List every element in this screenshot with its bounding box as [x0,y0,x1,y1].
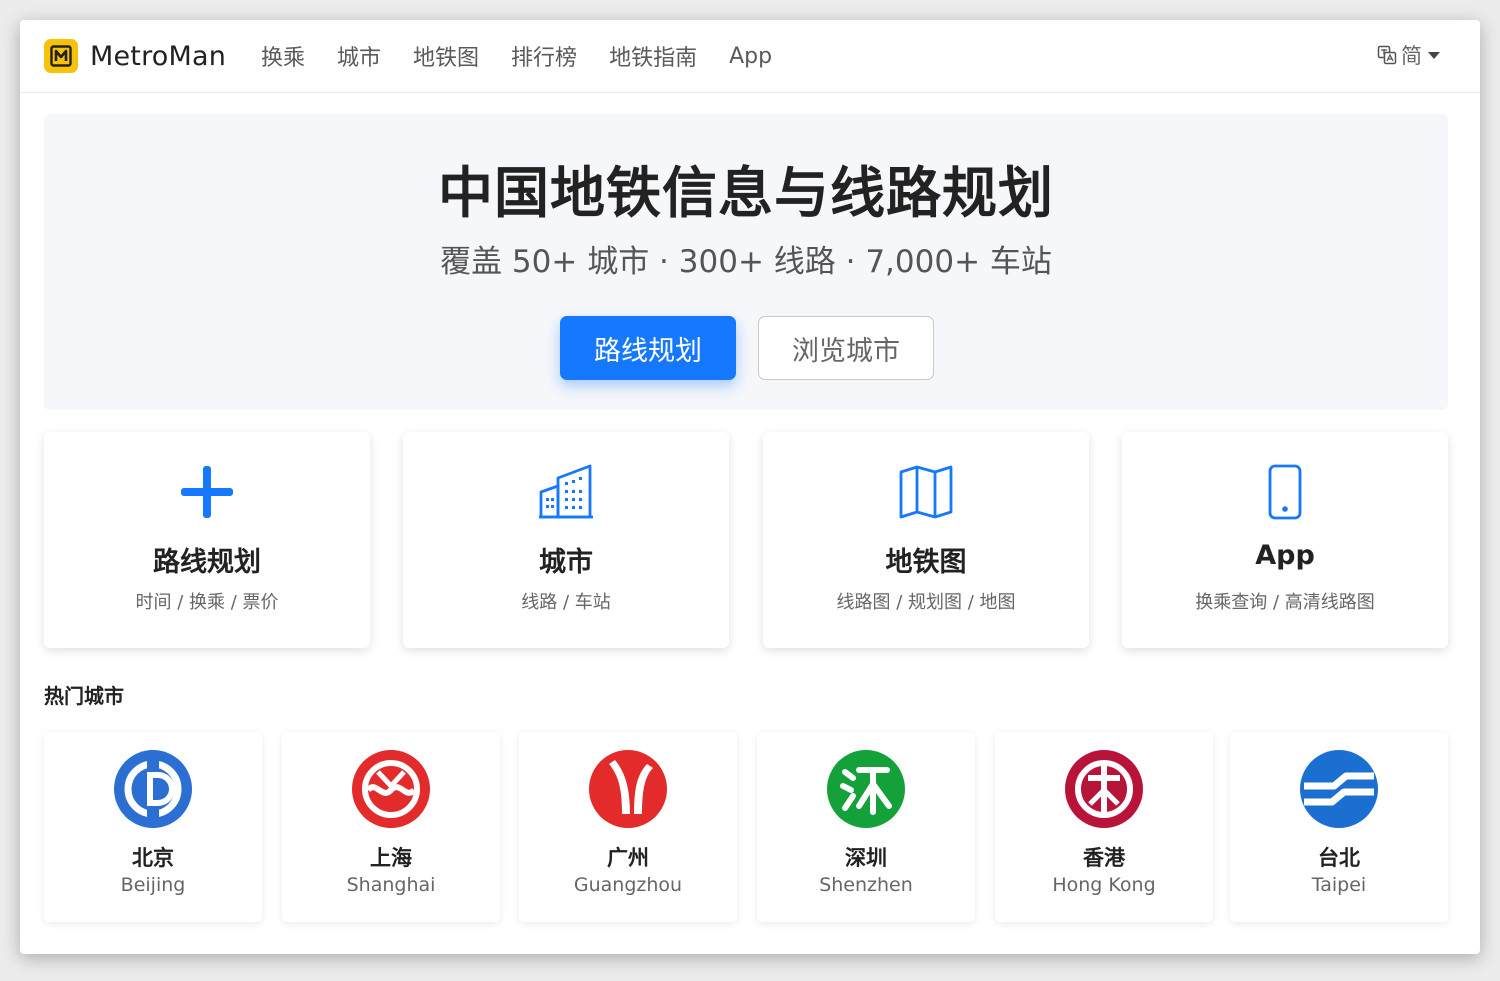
route-planning-button[interactable]: 路线规划 [560,316,736,380]
city-card-guangzhou[interactable]: 广州 Guangzhou [519,732,737,922]
shanghai-metro-logo-icon [352,750,430,828]
city-name-en: Guangzhou [573,874,683,896]
map-icon [899,465,953,519]
hero-section: 中国地铁信息与线路规划 覆盖 50+ 城市 · 300+ 线路 · 7,000+… [44,114,1448,410]
city-name-en: Shenzhen [819,874,913,896]
feature-card-route-planning[interactable]: 路线规划 时间 / 换乘 / 票价 [44,432,370,648]
language-switcher[interactable]: 简 [1377,40,1440,70]
city-name-cn: 广州 [607,846,649,870]
city-card-shanghai[interactable]: 上海 Shanghai [282,732,500,922]
city-card-shenzhen[interactable]: 深圳 Shenzhen [757,732,975,922]
feature-card-metro-map[interactable]: 地铁图 线路图 / 规划图 / 地图 [763,432,1089,648]
guangzhou-metro-logo-icon [589,750,667,828]
feature-card-app[interactable]: App 换乘查询 / 高清线路图 [1122,432,1448,648]
taipei-metro-logo-icon [1300,750,1378,828]
brand[interactable]: MetroMan [44,36,226,76]
city-name-en: Beijing [120,874,186,896]
hero-subtitle: 覆盖 50+ 城市 · 300+ 线路 · 7,000+ 车站 [440,244,1052,280]
caret-down-icon [1428,51,1440,59]
city-name-en: Taipei [1311,874,1367,896]
feature-title: App [1255,540,1315,571]
nav-link-guide[interactable]: 地铁指南 [609,40,697,72]
plus-icon [181,466,233,518]
city-card-taipei[interactable]: 台北 Taipei [1230,732,1448,922]
hot-cities-title: 热门城市 [44,684,124,708]
nav-link-app[interactable]: App [729,44,772,69]
navbar: MetroMan 换乘 城市 地铁图 排行榜 地铁指南 App 简 [20,20,1480,93]
browser-window: MetroMan 换乘 城市 地铁图 排行榜 地铁指南 App 简 中国地铁信息… [20,20,1480,954]
city-card-beijing[interactable]: 北京 Beijing [44,732,262,922]
feature-card-cities[interactable]: 城市 线路 / 车站 [403,432,729,648]
shenzhen-metro-logo-icon [827,750,905,828]
brand-name: MetroMan [90,40,227,72]
phone-icon [1268,464,1302,520]
nav-link-cities[interactable]: 城市 [337,40,381,72]
city-name-cn: 台北 [1318,846,1360,870]
mtr-logo-icon [1065,750,1143,828]
language-label: 简 [1401,44,1422,68]
beijing-subway-logo-icon [114,750,192,828]
hero-buttons: 路线规划 浏览城市 [560,316,934,380]
feature-title: 城市 [539,547,593,578]
city-name-cn: 香港 [1083,846,1125,870]
metroman-m-logo-icon [44,39,78,73]
feature-desc: 换乘查询 / 高清线路图 [1195,592,1375,613]
city-name-en: Hong Kong [1052,874,1156,896]
browse-cities-button[interactable]: 浏览城市 [758,316,934,380]
city-name-cn: 北京 [132,846,174,870]
buildings-icon [539,464,593,519]
nav-link-rankings[interactable]: 排行榜 [511,40,577,72]
feature-desc: 线路图 / 规划图 / 地图 [836,592,1016,613]
translate-icon [1377,45,1397,65]
city-name-cn: 深圳 [845,846,887,870]
city-name-cn: 上海 [370,846,412,870]
feature-title: 地铁图 [885,547,967,578]
city-name-en: Shanghai [346,874,436,896]
feature-desc: 时间 / 换乘 / 票价 [135,592,279,613]
nav-link-transfer[interactable]: 换乘 [261,40,305,72]
hero-title: 中国地铁信息与线路规划 [437,161,1054,225]
feature-title: 路线规划 [153,547,261,578]
nav-links: 换乘 城市 地铁图 排行榜 地铁指南 App [261,38,804,74]
nav-link-metro-map[interactable]: 地铁图 [413,40,479,72]
city-card-hong-kong[interactable]: 香港 Hong Kong [995,732,1213,922]
feature-desc: 线路 / 车站 [521,592,611,613]
